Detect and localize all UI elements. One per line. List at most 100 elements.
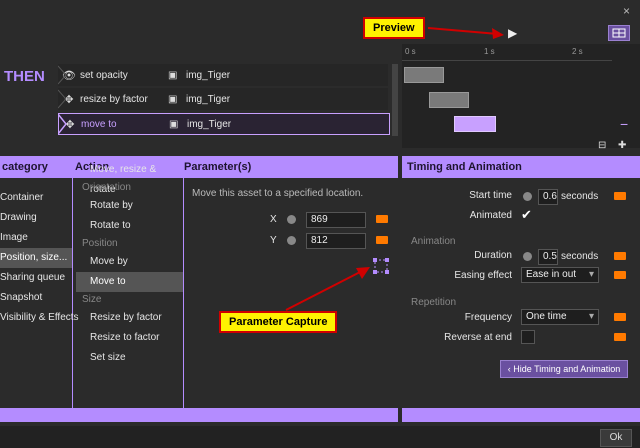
parameters-header: Parameter(s) — [184, 161, 252, 173]
action-item[interactable]: Set size — [76, 348, 183, 368]
y-label: Y — [270, 235, 277, 246]
rule-action-label: move to — [81, 118, 117, 130]
animated-checkbox[interactable]: ✔ — [521, 207, 532, 223]
keyframe-icon[interactable] — [614, 313, 626, 321]
repetition-section: Repetition — [411, 297, 457, 308]
timing-header-label: Timing and Animation — [407, 161, 522, 173]
start-time-input[interactable]: 0.6 — [538, 189, 558, 205]
add-icon[interactable]: ✚ — [618, 140, 626, 151]
divider — [72, 178, 73, 408]
frequency-label: Frequency — [464, 312, 512, 323]
frequency-value: One time — [526, 311, 567, 322]
top-bar — [0, 0, 640, 22]
frequency-select[interactable]: One time ▾ — [521, 309, 599, 325]
image-icon: ▣ — [168, 93, 178, 105]
action-item-selected[interactable]: Move to — [76, 272, 183, 292]
ok-button[interactable]: Ok — [600, 429, 632, 447]
category-item[interactable]: Visibility & Effects — [0, 308, 79, 328]
action-list: Move, resize & rotate Orientation Rotate… — [76, 160, 183, 368]
rule-asset-label: img_Tiger — [186, 69, 231, 81]
chevron-down-icon: ▾ — [588, 269, 594, 280]
image-icon: ▣ — [168, 69, 178, 81]
chevron-down-icon: ▾ — [588, 311, 594, 322]
close-icon[interactable]: × — [623, 4, 630, 18]
action-group-label: Orientation — [82, 182, 131, 193]
action-item[interactable]: Move, resize & rotate — [76, 160, 183, 195]
grid-icon — [612, 28, 626, 38]
rule-row-move-to[interactable]: ✥ move to ▣ img_Tiger — [58, 113, 390, 135]
timeline-ruler: 0 s 1 s 2 s — [402, 44, 612, 61]
capture-arrow — [285, 267, 370, 311]
category-item[interactable]: Container — [0, 188, 72, 208]
action-group-label: Position — [82, 238, 118, 249]
easing-label: Easing effect — [454, 270, 512, 281]
play-icon[interactable]: ▶ — [508, 26, 517, 40]
row-chevrons — [58, 65, 67, 135]
action-item[interactable]: Rotate to — [76, 216, 183, 236]
reverse-checkbox[interactable] — [521, 330, 535, 344]
rule-action-label: resize by factor — [80, 93, 148, 105]
category-item-selected[interactable]: Position, size... — [0, 248, 72, 268]
rule-action-label: set opacity — [80, 69, 128, 81]
preview-arrow — [428, 27, 504, 39]
rules-scrollbar[interactable] — [392, 64, 398, 136]
preview-callout: Preview — [363, 17, 425, 39]
y-input[interactable]: 812 — [306, 233, 366, 249]
timeline-bar[interactable] — [404, 67, 444, 83]
keyframe-icon[interactable] — [614, 333, 626, 341]
rule-row-set-opacity[interactable]: 👁 set opacity ▣ img_Tiger — [58, 64, 388, 86]
category-list: Container Drawing Image Position, size..… — [0, 188, 79, 328]
easing-select[interactable]: Ease in out ▾ — [521, 267, 599, 283]
duration-label: Duration — [474, 250, 512, 261]
capture-dot-icon[interactable] — [523, 252, 532, 261]
keyframe-icon[interactable] — [376, 215, 388, 223]
timeline-bar-selected[interactable] — [454, 116, 496, 132]
keyframe-icon[interactable] — [376, 236, 388, 244]
start-time-unit: seconds — [561, 191, 599, 202]
category-header: category — [2, 161, 48, 173]
rule-asset-label: img_Tiger — [187, 118, 232, 130]
editor-footer-bar — [0, 408, 398, 422]
timeline-bar[interactable] — [429, 92, 469, 108]
capture-dot-icon[interactable] — [523, 192, 532, 201]
keyframe-icon[interactable] — [614, 252, 626, 260]
action-item[interactable]: Resize to factor — [76, 328, 183, 348]
action-item[interactable]: Move by — [76, 252, 183, 272]
tick-label: 0 s — [405, 47, 416, 56]
remove-icon[interactable]: − — [620, 116, 628, 132]
keyframe-icon[interactable] — [614, 271, 626, 279]
animation-section: Animation — [411, 236, 456, 247]
action-item[interactable]: Rotate by — [76, 196, 183, 216]
hide-timing-label: Hide Timing and Animation — [513, 364, 621, 374]
duration-unit: seconds — [561, 251, 599, 262]
category-item[interactable]: Image — [0, 228, 72, 248]
duration-input[interactable]: 0.5 — [538, 249, 558, 265]
animated-label: Animated — [469, 210, 512, 221]
footer — [0, 426, 640, 448]
editor-header: category Action Parameter(s) — [0, 156, 398, 178]
hide-timing-button[interactable]: ‹ Hide Timing and Animation — [500, 360, 628, 378]
x-input[interactable]: 869 — [306, 212, 366, 228]
capture-dot-icon[interactable] — [287, 236, 296, 245]
rule-asset-label: img_Tiger — [186, 93, 231, 105]
divider — [183, 178, 184, 408]
start-time-label: Start time — [469, 190, 512, 201]
keyframe-icon[interactable] — [614, 192, 626, 200]
category-item[interactable]: Snapshot — [0, 288, 72, 308]
then-label: THEN — [4, 68, 45, 85]
tick-label: 2 s — [572, 47, 583, 56]
category-item[interactable]: Sharing queue — [0, 268, 72, 288]
action-item[interactable]: Resize by factor — [76, 308, 183, 328]
capture-dot-icon[interactable] — [287, 215, 296, 224]
delete-icon[interactable]: ⊟ — [598, 140, 606, 151]
tick-label: 1 s — [484, 47, 495, 56]
action-group-label: Size — [82, 294, 102, 305]
image-icon: ▣ — [169, 118, 179, 130]
x-label: X — [270, 214, 277, 225]
layout-toggle-button[interactable] — [608, 25, 630, 41]
rule-row-resize-by-factor[interactable]: ✥ resize by factor ▣ img_Tiger — [58, 88, 388, 110]
easing-value: Ease in out — [526, 269, 577, 280]
reverse-label: Reverse at end — [444, 332, 512, 343]
category-item[interactable]: Drawing — [0, 208, 72, 228]
timing-footer-bar — [402, 408, 640, 422]
